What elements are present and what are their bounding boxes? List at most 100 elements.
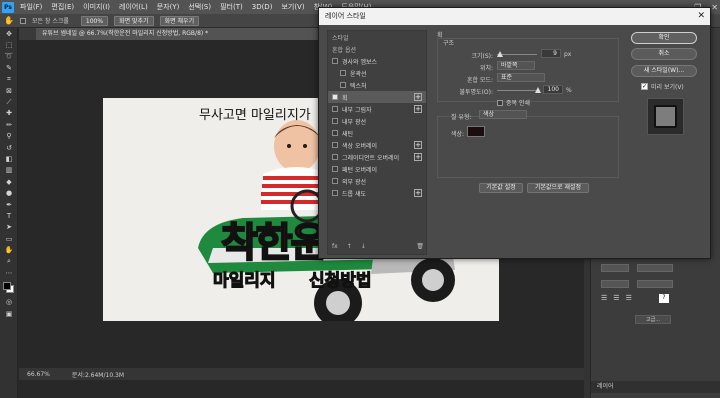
style-item[interactable]: 경사와 엠보스 bbox=[328, 55, 426, 67]
quick-select-icon[interactable]: ✎ bbox=[0, 62, 18, 73]
clone-stamp-icon[interactable]: ⚲ bbox=[0, 131, 18, 142]
add-effect-icon[interactable]: + bbox=[414, 141, 422, 149]
style-item[interactable]: 윤곽선 bbox=[328, 67, 426, 79]
add-effect-icon[interactable]: + bbox=[414, 189, 422, 197]
make-default-button[interactable]: 기본값 설정 bbox=[479, 183, 523, 193]
style-item[interactable]: 내부 광선 bbox=[328, 115, 426, 127]
menu-3d[interactable]: 3D(D) bbox=[252, 3, 273, 11]
style-item[interactable]: 패턴 오버레이 bbox=[328, 163, 426, 175]
style-item-checkbox[interactable] bbox=[332, 142, 338, 148]
style-item-checkbox[interactable] bbox=[332, 178, 338, 184]
menu-type[interactable]: 문자(Y) bbox=[157, 2, 180, 12]
position-dropdown[interactable]: 바깥쪽 bbox=[497, 61, 535, 70]
align-left-icon[interactable]: ☰ bbox=[601, 294, 607, 302]
move-up-icon[interactable]: ↑ bbox=[347, 243, 352, 250]
opacity-slider[interactable] bbox=[497, 90, 539, 91]
type-tool-icon[interactable]: T bbox=[0, 210, 18, 221]
menu-layer[interactable]: 레이어(L) bbox=[119, 2, 148, 12]
hand-tool-icon[interactable]: ✋ bbox=[4, 16, 14, 25]
align-center-icon[interactable]: ☰ bbox=[613, 294, 619, 302]
style-item-checkbox[interactable] bbox=[332, 154, 338, 160]
layers-tab[interactable]: 레이어 bbox=[591, 381, 720, 393]
zoom-100-button[interactable]: 100% bbox=[80, 15, 109, 26]
blur-icon[interactable]: ◆ bbox=[0, 176, 18, 187]
pen-tool-icon[interactable]: ✒ bbox=[0, 199, 18, 210]
ok-button[interactable]: 확인 bbox=[631, 32, 697, 44]
marquee-tool-icon[interactable]: ⬚ bbox=[0, 39, 18, 50]
menu-view[interactable]: 보기(V) bbox=[281, 2, 304, 12]
menu-file[interactable]: 파일(F) bbox=[20, 2, 42, 12]
color-swatches[interactable] bbox=[0, 279, 17, 297]
zoom-tool-icon[interactable]: ⌕ bbox=[0, 256, 18, 267]
style-item-checkbox[interactable] bbox=[332, 190, 338, 196]
history-brush-icon[interactable]: ↺ bbox=[0, 142, 18, 153]
preview-checkbox[interactable]: ✓ bbox=[641, 83, 648, 90]
menu-filter[interactable]: 필터(T) bbox=[220, 2, 243, 12]
style-item-checkbox[interactable] bbox=[332, 94, 338, 100]
style-item[interactable]: 새틴 bbox=[328, 127, 426, 139]
leading-field[interactable] bbox=[637, 264, 673, 272]
cancel-button[interactable]: 취소 bbox=[631, 48, 697, 60]
menu-edit[interactable]: 편집(E) bbox=[51, 2, 74, 12]
stroke-color-swatch[interactable] bbox=[467, 126, 485, 137]
eraser-icon[interactable]: ◧ bbox=[0, 153, 18, 164]
crop-tool-icon[interactable]: ⌗ bbox=[0, 74, 18, 85]
advanced-button[interactable]: 고급... bbox=[635, 315, 671, 324]
path-select-icon[interactable]: ➤ bbox=[0, 222, 18, 233]
align-right-icon[interactable]: ☰ bbox=[626, 294, 632, 302]
style-item[interactable]: 텍스처 bbox=[328, 79, 426, 91]
frame-tool-icon[interactable]: ⊠ bbox=[0, 85, 18, 96]
style-item[interactable]: 외부 광선 bbox=[328, 175, 426, 187]
overprint-checkbox[interactable] bbox=[497, 99, 503, 106]
trash-icon[interactable]: 🗑 bbox=[416, 243, 424, 250]
style-item[interactable]: 혼합 옵션 bbox=[328, 43, 426, 55]
opacity-input[interactable]: 100 bbox=[543, 85, 563, 94]
menu-select[interactable]: 선택(S) bbox=[188, 2, 211, 12]
style-item[interactable]: 색상 오버레이 + bbox=[328, 139, 426, 151]
reset-default-button[interactable]: 기본값으로 재설정 bbox=[527, 183, 589, 193]
style-item-checkbox[interactable] bbox=[332, 106, 338, 112]
blend-mode-dropdown[interactable]: 표준 bbox=[497, 73, 545, 82]
document-tab[interactable]: 유튜브 썸네일 @ 66.7%(착한운전 마일리지 신청방법, RGB/8) * bbox=[36, 28, 322, 40]
style-item[interactable]: 내부 그림자 + bbox=[328, 103, 426, 115]
fill-screen-button[interactable]: 화면 채우기 bbox=[159, 15, 200, 26]
gradient-icon[interactable]: ▥ bbox=[0, 165, 18, 176]
size-slider[interactable] bbox=[497, 54, 537, 55]
fit-screen-button[interactable]: 화면 맞추기 bbox=[114, 15, 154, 26]
new-style-button[interactable]: 새 스타일(W)... bbox=[631, 65, 697, 77]
close-icon[interactable]: ✕ bbox=[711, 3, 718, 12]
style-item[interactable]: 스타일 bbox=[328, 31, 426, 43]
dodge-icon[interactable]: ● bbox=[0, 187, 18, 198]
style-item[interactable]: 획 + bbox=[328, 91, 426, 103]
move-tool-icon[interactable]: ✥ bbox=[0, 28, 18, 39]
add-effect-icon[interactable]: + bbox=[414, 105, 422, 113]
size-input[interactable]: 9 bbox=[541, 49, 561, 58]
more-tools-icon[interactable]: ⋯ bbox=[0, 267, 18, 278]
add-effect-icon[interactable]: + bbox=[414, 153, 422, 161]
style-item[interactable]: 드롭 섀도 + bbox=[328, 187, 426, 199]
dialog-close-icon[interactable]: ✕ bbox=[697, 8, 705, 25]
brush-tool-icon[interactable]: ✏ bbox=[0, 119, 18, 130]
move-down-icon[interactable]: ↓ bbox=[361, 243, 366, 250]
scroll-all-checkbox[interactable] bbox=[19, 17, 26, 24]
style-item-checkbox[interactable] bbox=[332, 166, 338, 172]
tracking-field[interactable] bbox=[601, 280, 629, 288]
fill-type-dropdown[interactable]: 색상 bbox=[479, 110, 527, 119]
color-swatch-icon[interactable]: ? bbox=[659, 294, 669, 303]
shape-tool-icon[interactable]: ▭ bbox=[0, 233, 18, 244]
quick-mask-icon[interactable]: ◎ bbox=[0, 297, 18, 308]
style-item-checkbox[interactable] bbox=[340, 70, 346, 76]
style-item-checkbox[interactable] bbox=[332, 58, 338, 64]
style-item-checkbox[interactable] bbox=[332, 130, 338, 136]
fx-icon[interactable]: fx bbox=[332, 243, 338, 250]
eyedropper-icon[interactable]: ⟋ bbox=[0, 96, 18, 107]
zoom-status[interactable]: 66.67% bbox=[27, 371, 50, 378]
font-size-field[interactable] bbox=[601, 264, 629, 272]
style-item-checkbox[interactable] bbox=[332, 118, 338, 124]
kerning-field[interactable] bbox=[637, 280, 673, 288]
style-item-checkbox[interactable] bbox=[340, 82, 346, 88]
screen-mode-icon[interactable]: ▣ bbox=[0, 308, 18, 319]
hand-icon[interactable]: ✋ bbox=[0, 244, 18, 255]
healing-brush-icon[interactable]: ✚ bbox=[0, 108, 18, 119]
add-effect-icon[interactable]: + bbox=[414, 93, 422, 101]
